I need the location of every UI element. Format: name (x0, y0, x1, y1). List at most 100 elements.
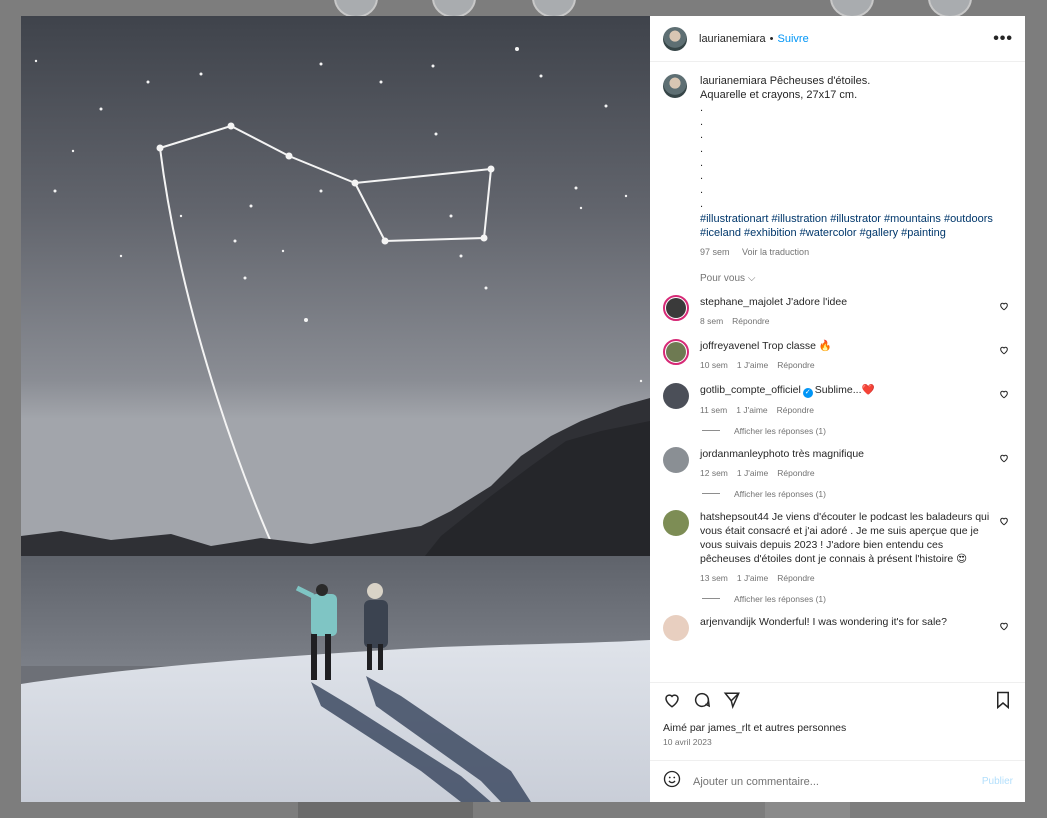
reply-button[interactable]: Répondre (777, 405, 814, 415)
caption-username[interactable]: laurianemiara (700, 75, 767, 87)
caption-avatar[interactable] (663, 74, 687, 98)
reply-button[interactable]: Répondre (777, 360, 814, 370)
comment-username[interactable]: jordanmanleyphoto (700, 448, 789, 460)
view-replies-button[interactable]: Afficher les réponses (1) (702, 489, 1011, 499)
comment-text: J'adore l'idee (785, 295, 848, 308)
comments-list: stephane_majolet J'adore l'idee 8 sem Répo… (663, 294, 1011, 641)
background-thumbnails (0, 0, 1047, 18)
comment-icon[interactable] (692, 690, 712, 710)
view-replies-button[interactable]: Afficher les réponses (1) (702, 426, 1011, 436)
comment-meta: 12 sem 1 J'aime Répondre (700, 466, 995, 480)
comment-body: joffreyavenel Trop classe 🔥 10 sem 1 J'aim… (700, 339, 995, 372)
reply-button[interactable]: Répondre (777, 573, 814, 583)
comment-heart-icon[interactable] (999, 386, 1009, 398)
heart-icon[interactable] (662, 690, 682, 710)
post-header: laurianemiara • Suivre ••• (650, 16, 1025, 62)
follow-button[interactable]: Suivre (778, 33, 809, 45)
comment-time: 11 sem (700, 404, 728, 415)
comment-item: hatshepsout44 Je viens d'écouter le podc… (663, 509, 1011, 585)
comment-item: arjenvandijk Wonderful! I was wondering … (663, 614, 1011, 641)
comment-username[interactable]: gotlib_compte_officiel (700, 384, 801, 396)
caption-body: laurianemiara Pêcheuses d'étoiles. Aquar… (700, 74, 993, 259)
post-image[interactable] (21, 16, 650, 802)
commenter-avatar[interactable] (663, 509, 689, 536)
comment-item: jordanmanleyphoto très magnifique 12 sem 1… (663, 446, 1011, 480)
post-age: 97 sem (700, 246, 730, 257)
publish-button[interactable]: Publier (982, 776, 1013, 787)
liked-user[interactable]: james_rlt (708, 722, 751, 734)
comment-item: gotlib_compte_officiel ✓ Sublime...❤️ 11 se… (663, 382, 1011, 417)
comments-scroll-area[interactable]: laurianemiara Pêcheuses d'étoiles. Aquar… (650, 62, 1025, 682)
view-replies-button[interactable]: Afficher les réponses (1) (702, 594, 1011, 604)
profile-avatar[interactable] (663, 26, 687, 51)
comment-time: 8 sem (700, 315, 724, 326)
artwork-illustration (21, 16, 650, 802)
comment-username[interactable]: arjenvandijk (700, 616, 756, 628)
pour-vous-label: Pour vous (700, 272, 746, 284)
comment-body: stephane_majolet J'adore l'idee 8 sem Répo… (700, 295, 995, 328)
comment-username[interactable]: hatshepsout44 (700, 511, 769, 523)
reply-button[interactable]: Répondre (777, 468, 814, 478)
commenter-avatar[interactable] (663, 338, 689, 365)
comment-body: arjenvandijk Wonderful! I was wondering … (700, 615, 995, 641)
comment-text: Trop classe 🔥 (762, 339, 832, 352)
comment-likes[interactable]: 1 J'aime (736, 405, 767, 415)
comment-item: joffreyavenel Trop classe 🔥 10 sem 1 J'aim… (663, 338, 1011, 372)
comment-meta: 11 sem 1 J'aime Répondre (700, 403, 995, 417)
comment-likes[interactable]: 1 J'aime (737, 573, 768, 583)
comment-meta: 10 sem 1 J'aime Répondre (700, 358, 995, 372)
bookmark-icon[interactable] (993, 690, 1013, 710)
comment-body: jordanmanleyphoto très magnifique 12 sem 1… (700, 447, 995, 480)
commenter-avatar[interactable] (663, 614, 689, 641)
replies-divider (702, 493, 720, 494)
comment-meta: 8 sem Répondre (700, 314, 995, 328)
pour-vous-filter[interactable]: Pour vous ⌵ (700, 273, 1011, 284)
caption-dots: . . . . . . . . (700, 102, 993, 212)
comment-input[interactable] (693, 775, 982, 788)
caption-dot: . (700, 156, 704, 169)
view-replies-label: Afficher les réponses (1) (734, 593, 826, 604)
commenter-avatar[interactable] (663, 446, 689, 473)
comment-heart-icon[interactable] (999, 298, 1009, 310)
caption-meta: 97 sem Voir la traduction (700, 245, 993, 259)
comment-body: hatshepsout44 Je viens d'écouter le podc… (700, 510, 995, 585)
comment-likes[interactable]: 1 J'aime (737, 360, 768, 370)
caption-dot: . (700, 143, 704, 156)
action-bar (650, 682, 1025, 716)
comment-username[interactable]: stephane_majolet (700, 296, 783, 308)
comment-body: gotlib_compte_officiel ✓ Sublime...❤️ 11 se… (700, 383, 995, 417)
liked-suffix[interactable]: et autres personnes (753, 722, 846, 734)
reply-button[interactable]: Répondre (732, 316, 769, 326)
hashtags-line[interactable]: #illustrationart #illustration #illustra… (700, 212, 993, 226)
comment-heart-icon[interactable] (999, 513, 1009, 525)
caption-dot: . (700, 102, 704, 114)
translate-link[interactable]: Voir la traduction (742, 247, 809, 257)
liked-prefix: Aimé par (663, 722, 706, 734)
emoji-icon[interactable] (663, 770, 681, 793)
comment-heart-icon[interactable] (999, 342, 1009, 354)
comment-item: stephane_majolet J'adore l'idee 8 sem Répo… (663, 294, 1011, 328)
comment-heart-icon[interactable] (999, 618, 1009, 630)
commenter-avatar[interactable] (663, 294, 689, 321)
more-options-icon[interactable]: ••• (993, 30, 1013, 48)
view-replies-label: Afficher les réponses (1) (734, 425, 826, 436)
hashtags-line[interactable]: #iceland #exhibition #watercolor #galler… (700, 226, 993, 240)
caption: laurianemiara Pêcheuses d'étoiles. Aquar… (663, 74, 1011, 259)
comment-heart-icon[interactable] (999, 450, 1009, 462)
comment-likes[interactable]: 1 J'aime (737, 468, 768, 478)
background-strip (298, 802, 473, 818)
caption-dot: . (700, 184, 704, 197)
background-strip (765, 802, 850, 818)
comment-text: Sublime...❤️ (814, 383, 875, 396)
comment-meta: 13 sem 1 J'aime Répondre (700, 571, 995, 585)
header-username[interactable]: laurianemiara (699, 33, 766, 45)
view-replies-label: Afficher les réponses (1) (734, 488, 826, 499)
comment-username[interactable]: joffreyavenel (700, 340, 759, 352)
comment-time: 13 sem (700, 572, 728, 583)
comment-text: très magnifique (792, 447, 865, 460)
commenter-avatar[interactable] (663, 382, 689, 409)
caption-title: Pêcheuses d'étoiles. (769, 75, 871, 87)
chevron-down-icon: ⌵ (747, 272, 756, 284)
share-icon[interactable] (722, 690, 742, 710)
hashtags[interactable]: #illustrationart #illustration #illustra… (700, 212, 993, 240)
